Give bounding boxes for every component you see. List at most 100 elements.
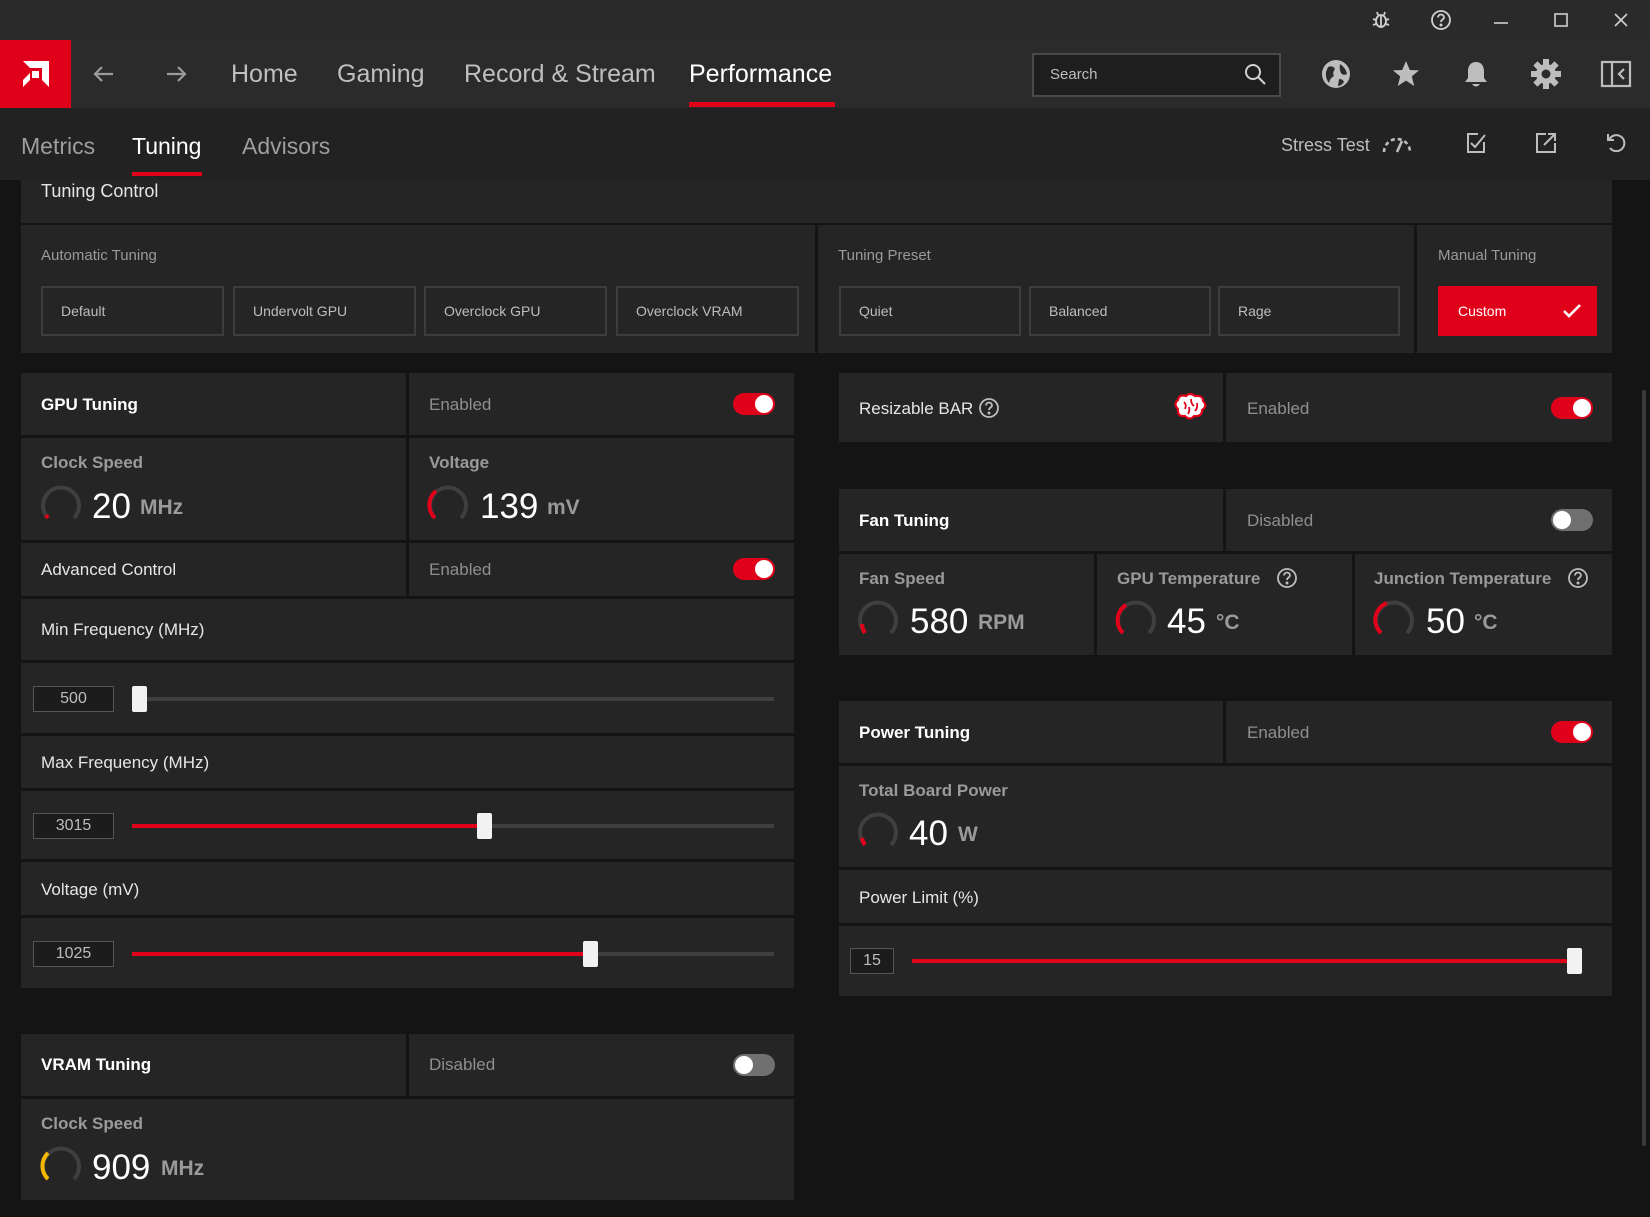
- resizable-bar-help-icon[interactable]: [978, 397, 1000, 419]
- overclock-vram-button[interactable]: Overclock VRAM: [616, 286, 799, 336]
- slider-thumb[interactable]: [583, 941, 598, 967]
- star-icon[interactable]: [1380, 52, 1432, 96]
- clock-speed-gauge-icon: [39, 482, 83, 526]
- tuning-preset-label: Tuning Preset: [838, 247, 931, 264]
- close-icon[interactable]: [1597, 0, 1645, 40]
- stress-test-label[interactable]: Stress Test: [1281, 135, 1370, 156]
- amd-logo[interactable]: [0, 40, 71, 108]
- globe-icon[interactable]: [1310, 52, 1362, 96]
- total-board-power-label: Total Board Power: [859, 781, 1008, 800]
- voltage-slider[interactable]: [132, 941, 774, 967]
- slider-thumb[interactable]: [1567, 948, 1582, 974]
- min-frequency-slider[interactable]: [132, 686, 774, 712]
- search-icon[interactable]: [1243, 62, 1267, 86]
- nav-tab-performance[interactable]: Performance: [689, 40, 832, 108]
- nav-tab-record-stream[interactable]: Record & Stream: [464, 40, 656, 108]
- advanced-control-label: Advanced Control: [41, 560, 177, 579]
- balanced-button[interactable]: Balanced: [1029, 286, 1211, 336]
- max-frequency-value[interactable]: 3015: [33, 813, 114, 839]
- voltage-slider-value[interactable]: 1025: [33, 941, 114, 967]
- overclock-gpu-button[interactable]: Overclock GPU: [424, 286, 607, 336]
- gpu-tuning-title: GPU Tuning: [41, 395, 138, 414]
- voltage-value: 139: [480, 487, 539, 526]
- clock-speed-value: 20: [92, 487, 131, 526]
- total-board-power-value: 40: [909, 814, 948, 853]
- back-arrow-icon[interactable]: [84, 52, 124, 96]
- quiet-button[interactable]: Quiet: [839, 286, 1021, 336]
- bug-icon[interactable]: [1357, 0, 1405, 40]
- resizable-bar-status: Enabled: [1247, 399, 1310, 418]
- toggle-knob: [1553, 511, 1571, 529]
- sidebar-toggle-icon[interactable]: [1590, 52, 1642, 96]
- slider-thumb[interactable]: [477, 813, 492, 839]
- vram-tuning-toggle[interactable]: [733, 1054, 775, 1076]
- power-tuning-toggle[interactable]: [1551, 721, 1593, 743]
- forward-arrow-icon[interactable]: [156, 52, 196, 96]
- maximize-icon[interactable]: [1537, 0, 1585, 40]
- reset-icon[interactable]: [1604, 131, 1628, 155]
- nav-tab-gaming[interactable]: Gaming: [337, 40, 425, 108]
- export-icon[interactable]: [1534, 131, 1558, 155]
- toggle-knob: [735, 1056, 753, 1074]
- max-frequency-label: Max Frequency (MHz): [41, 753, 210, 772]
- fan-tuning-status: Disabled: [1247, 511, 1314, 530]
- power-tuning-status: Enabled: [1247, 723, 1310, 742]
- gpu-temperature-label: GPU Temperature: [1117, 569, 1261, 588]
- tab-advisors[interactable]: Advisors: [242, 108, 330, 180]
- gpu-tuning-toggle[interactable]: [733, 393, 775, 415]
- power-limit-label: Power Limit (%): [859, 888, 979, 907]
- toggle-knob: [755, 395, 773, 413]
- slider-fill: [912, 959, 1575, 963]
- scrollbar[interactable]: [1642, 390, 1646, 1146]
- voltage-unit: mV: [547, 496, 580, 519]
- junction-temperature-help-icon[interactable]: [1567, 567, 1589, 589]
- min-frequency-value[interactable]: 500: [33, 686, 114, 712]
- slider-thumb[interactable]: [132, 686, 147, 712]
- resizable-bar-label: Resizable BAR: [859, 399, 974, 418]
- slider-fill: [132, 824, 485, 828]
- nav-tab-home[interactable]: Home: [231, 40, 298, 108]
- junction-temperature-value: 50: [1426, 602, 1465, 641]
- advanced-control-status: Enabled: [429, 560, 492, 579]
- fan-speed-gauge-icon: [856, 597, 900, 641]
- bell-icon[interactable]: [1450, 52, 1502, 96]
- manual-tuning-label: Manual Tuning: [1438, 247, 1537, 264]
- total-board-power-unit: W: [958, 823, 978, 846]
- vram-tuning-title: VRAM Tuning: [41, 1055, 152, 1074]
- fan-tuning-toggle[interactable]: [1551, 509, 1593, 531]
- brain-icon: [1172, 392, 1208, 422]
- gpu-temperature-unit: °C: [1216, 611, 1240, 634]
- default-button[interactable]: Default: [41, 286, 224, 336]
- junction-temperature-gauge-icon: [1372, 597, 1416, 641]
- total-board-power-gauge-icon: [856, 809, 900, 853]
- vram-clock-speed-unit: MHz: [161, 1157, 205, 1180]
- minimize-icon[interactable]: [1477, 0, 1525, 40]
- tab-metrics[interactable]: Metrics: [21, 108, 95, 180]
- undervolt-gpu-button[interactable]: Undervolt GPU: [233, 286, 416, 336]
- tab-tuning[interactable]: Tuning: [132, 108, 201, 180]
- resizable-bar-toggle[interactable]: [1551, 397, 1593, 419]
- max-frequency-slider[interactable]: [132, 813, 774, 839]
- active-tab-indicator: [689, 102, 835, 107]
- toggle-knob: [1573, 399, 1591, 417]
- fan-speed-unit: RPM: [978, 611, 1025, 634]
- vram-clock-speed-label: Clock Speed: [41, 1114, 144, 1133]
- voltage-slider-label: Voltage (mV): [41, 880, 140, 899]
- gear-icon[interactable]: [1520, 52, 1572, 96]
- gpu-temperature-gauge-icon: [1114, 597, 1158, 641]
- power-limit-slider[interactable]: [912, 948, 1582, 974]
- advanced-control-toggle[interactable]: [733, 558, 775, 580]
- clock-speed-unit: MHz: [140, 496, 184, 519]
- gpu-temperature-value: 45: [1167, 602, 1206, 641]
- clock-speed-label: Clock Speed: [41, 453, 144, 472]
- rage-button[interactable]: Rage: [1218, 286, 1400, 336]
- gpu-temperature-help-icon[interactable]: [1276, 567, 1298, 589]
- toggle-knob: [1573, 723, 1591, 741]
- slider-fill: [132, 952, 591, 956]
- power-limit-value[interactable]: 15: [850, 948, 894, 974]
- gauge-icon[interactable]: [1380, 130, 1414, 156]
- min-frequency-label: Min Frequency (MHz): [41, 620, 205, 639]
- vram-clock-speed-value: 909: [92, 1148, 151, 1187]
- help-icon[interactable]: [1417, 0, 1465, 40]
- apply-icon[interactable]: [1464, 131, 1488, 155]
